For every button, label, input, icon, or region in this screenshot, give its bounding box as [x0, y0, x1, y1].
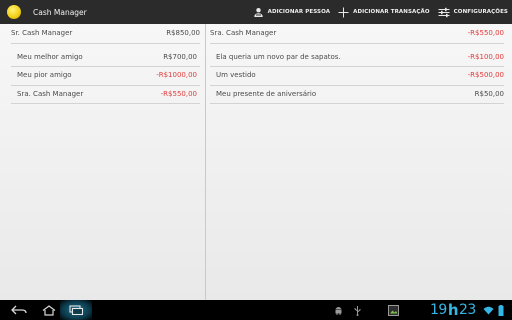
person-name: Meu melhor amigo	[17, 53, 83, 61]
action-bar: Cash Manager ADICIONAR PESSOA ADICIONAR …	[0, 0, 512, 24]
content-area: Sr. Cash Manager R$850,00 Meu melhor ami…	[0, 24, 512, 300]
action-items: ADICIONAR PESSOA ADICIONAR TRANSAÇÃO CON…	[249, 0, 512, 24]
transactions-header-row[interactable]: Sra. Cash Manager -R$550,00	[210, 27, 504, 39]
wifi-status[interactable]	[482, 300, 495, 320]
usb-icon	[354, 305, 360, 316]
battery-icon	[498, 304, 504, 316]
list-item[interactable]: Sra. Cash Manager -R$550,00	[17, 88, 197, 100]
settings-button[interactable]: CONFIGURAÇÕES	[434, 0, 512, 24]
recent-apps-button[interactable]	[60, 300, 92, 320]
android-debug-icon	[335, 307, 341, 315]
person-amount: R$700,00	[163, 53, 197, 61]
clock-minutes: 23	[459, 302, 476, 318]
settings-sliders-icon	[438, 7, 450, 17]
add-person-button[interactable]: ADICIONAR PESSOA	[249, 0, 334, 24]
app-title: Cash Manager	[33, 7, 87, 17]
transactions-header-name: Sra. Cash Manager	[210, 29, 277, 37]
gallery-status[interactable]	[386, 300, 400, 320]
list-item[interactable]: Um vestido -R$500,00	[216, 69, 504, 81]
system-nav-bar: 19 h 23	[0, 300, 512, 320]
app-logo-icon[interactable]	[7, 5, 21, 19]
people-header-row[interactable]: Sr. Cash Manager R$850,00	[11, 27, 200, 39]
home-icon	[42, 304, 56, 316]
transaction-amount: -R$500,00	[467, 71, 504, 79]
battery-status[interactable]	[496, 300, 506, 320]
divider	[11, 85, 200, 86]
add-transaction-label: ADICIONAR TRANSAÇÃO	[353, 9, 430, 15]
status-clock[interactable]: 19 h 23	[430, 300, 476, 320]
list-item[interactable]: Meu presente de aniversário R$50,00	[216, 88, 504, 100]
android-debug-status[interactable]	[331, 300, 345, 320]
add-transaction-button[interactable]: ADICIONAR TRANSAÇÃO	[334, 0, 434, 24]
clock-hours: 19	[430, 302, 447, 318]
transactions-pane: Sra. Cash Manager -R$550,00 Ela queria u…	[206, 24, 512, 300]
people-header-name: Sr. Cash Manager	[11, 29, 73, 37]
divider	[210, 85, 504, 86]
plus-icon	[338, 7, 349, 17]
divider	[210, 103, 504, 104]
back-button[interactable]	[8, 300, 30, 320]
people-list-pane: Sr. Cash Manager R$850,00 Meu melhor ami…	[0, 24, 205, 300]
add-person-icon	[253, 7, 263, 17]
list-item[interactable]: Meu melhor amigo R$700,00	[17, 51, 197, 63]
transaction-description: Ela queria um novo par de sapatos.	[216, 53, 341, 61]
transaction-description: Um vestido	[216, 71, 256, 79]
gallery-icon	[387, 304, 399, 316]
home-button[interactable]	[38, 300, 60, 320]
list-item[interactable]: Ela queria um novo par de sapatos. -R$10…	[216, 51, 504, 63]
transactions-header-amount: -R$550,00	[467, 29, 504, 37]
transaction-description: Meu presente de aniversário	[216, 90, 317, 98]
list-item[interactable]: Meu pior amigo -R$1000,00	[17, 69, 197, 81]
divider	[210, 43, 504, 44]
settings-label: CONFIGURAÇÕES	[453, 9, 508, 15]
transaction-amount: -R$100,00	[467, 53, 504, 61]
divider	[11, 66, 200, 67]
usb-status[interactable]	[351, 300, 363, 320]
divider	[11, 103, 200, 104]
back-icon	[11, 305, 27, 315]
person-amount: -R$1000,00	[156, 71, 197, 79]
transaction-amount: R$50,00	[474, 90, 504, 98]
clock-separator: h	[447, 301, 459, 319]
divider	[11, 43, 200, 44]
wifi-icon	[483, 306, 494, 314]
person-amount: -R$550,00	[160, 90, 197, 98]
person-name: Sra. Cash Manager	[17, 90, 84, 98]
people-header-amount: R$850,00	[166, 29, 200, 37]
add-person-label: ADICIONAR PESSOA	[267, 9, 331, 15]
divider	[210, 66, 504, 67]
person-name: Meu pior amigo	[17, 71, 72, 79]
recent-apps-icon	[69, 305, 83, 315]
